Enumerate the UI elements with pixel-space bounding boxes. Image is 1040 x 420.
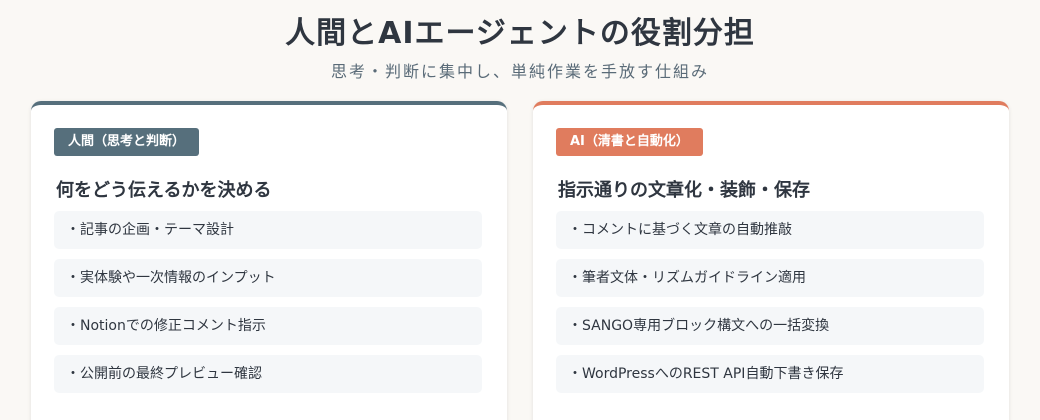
- human-card: 人間（思考と判断） 何をどう伝えるかを決める ・記事の企画・テーマ設計 ・実体験…: [31, 101, 507, 420]
- list-item: ・公開前の最終プレビュー確認: [54, 355, 482, 393]
- list-item: ・実体験や一次情報のインプット: [54, 259, 482, 297]
- human-task-list: ・記事の企画・テーマ設計 ・実体験や一次情報のインプット ・Notionでの修正…: [54, 211, 482, 403]
- list-item: ・記事の企画・テーマ設計: [54, 211, 482, 249]
- list-item: ・Notionでの修正コメント指示: [54, 307, 482, 345]
- ai-task-list: ・コメントに基づく文章の自動推敲 ・筆者文体・リズムガイドライン適用 ・SANG…: [556, 211, 984, 403]
- page-title: 人間とAIエージェントの役割分担: [285, 16, 755, 51]
- ai-badge: AI（清書と自動化）: [556, 128, 703, 156]
- human-heading: 何をどう伝えるかを決める: [56, 180, 272, 201]
- list-item: ・SANGO専用ブロック構文への一括変換: [556, 307, 984, 345]
- human-badge: 人間（思考と判断）: [54, 128, 200, 156]
- list-item: ・WordPressへのREST API自動下書き保存: [556, 355, 984, 393]
- list-item: ・筆者文体・リズムガイドライン適用: [556, 259, 984, 297]
- role-division-diagram: 人間とAIエージェントの役割分担 思考・判断に集中し、単純作業を手放す仕組み 人…: [0, 0, 1040, 420]
- ai-card: AI（清書と自動化） 指示通りの文章化・装飾・保存 ・コメントに基づく文章の自動…: [533, 101, 1009, 420]
- ai-heading: 指示通りの文章化・装飾・保存: [558, 180, 810, 201]
- page-subtitle: 思考・判断に集中し、単純作業を手放す仕組み: [330, 62, 709, 81]
- list-item: ・コメントに基づく文章の自動推敲: [556, 211, 984, 249]
